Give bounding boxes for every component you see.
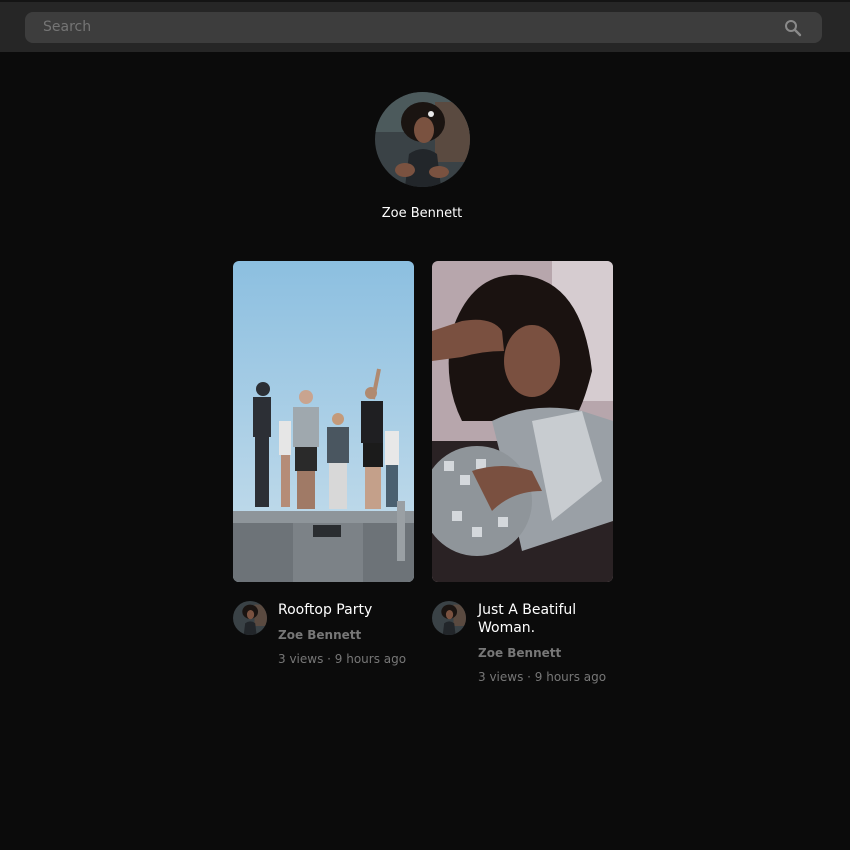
search-input[interactable] bbox=[43, 12, 743, 43]
channel-avatar[interactable] bbox=[233, 601, 267, 635]
video-meta: 3 views · 9 hours ago bbox=[278, 652, 407, 666]
search-icon[interactable] bbox=[784, 19, 802, 37]
channel-avatar[interactable] bbox=[432, 601, 466, 635]
video-channel-name[interactable]: Zoe Bennett bbox=[478, 646, 561, 660]
profile-avatar[interactable] bbox=[375, 92, 470, 187]
search-bar[interactable] bbox=[25, 12, 822, 43]
video-thumbnail-beautiful-woman[interactable] bbox=[432, 261, 613, 582]
video-thumbnail-rooftop-party[interactable] bbox=[233, 261, 414, 582]
top-bar bbox=[0, 0, 850, 52]
video-title[interactable]: Rooftop Party bbox=[278, 601, 398, 619]
video-channel-name[interactable]: Zoe Bennett bbox=[278, 628, 361, 642]
video-title[interactable]: Just A Beatiful Woman. bbox=[478, 601, 598, 637]
profile-name: Zoe Bennett bbox=[381, 206, 463, 221]
video-meta: 3 views · 9 hours ago bbox=[478, 670, 607, 684]
